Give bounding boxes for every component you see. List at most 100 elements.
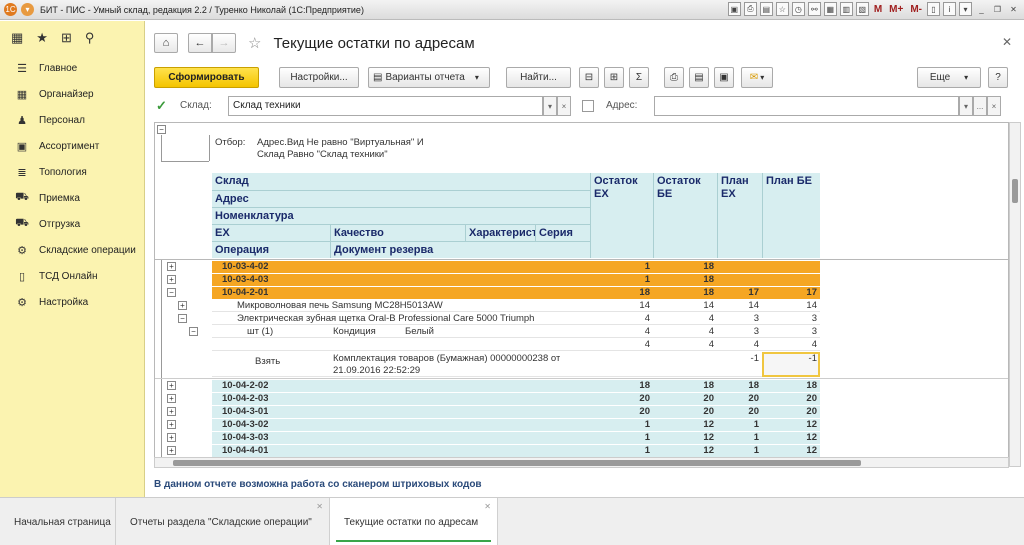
generate-button[interactable]: Сформировать xyxy=(154,67,259,88)
expand-row-icon[interactable]: + xyxy=(167,394,176,403)
sum-button[interactable]: Σ xyxy=(629,67,649,88)
link-icon[interactable]: ⚯ xyxy=(807,2,821,16)
sidebar-item-assortiment[interactable]: ▣ Ассортимент xyxy=(0,133,144,159)
address-select-button[interactable]: ... xyxy=(973,96,987,116)
preview-icon[interactable]: ▤ xyxy=(759,2,773,16)
sidebar-item-priemka[interactable]: ⛟ Приемка xyxy=(0,185,144,211)
sidebar-item-personal[interactable]: ♟ Персонал xyxy=(0,107,144,133)
sidebar-item-organizer[interactable]: ▦ Органайзер xyxy=(0,81,144,107)
dropdown-icon[interactable]: ▾ xyxy=(959,2,972,16)
address-field[interactable] xyxy=(654,96,959,116)
star-icon[interactable]: ☆ xyxy=(775,2,789,16)
preview-icon: ▤ xyxy=(694,72,704,83)
forward-button[interactable]: → xyxy=(212,33,236,53)
arrow-right-icon: → xyxy=(218,37,230,49)
expand-row-icon[interactable]: + xyxy=(167,446,176,455)
memory-button-m[interactable]: M xyxy=(872,4,884,15)
envelope-icon: ✉ xyxy=(749,72,759,83)
save-icon[interactable]: ▣ xyxy=(727,2,741,16)
warehouse-dropdown-button[interactable]: ▾ xyxy=(543,96,557,116)
info-icon[interactable]: i xyxy=(943,2,956,16)
sidebar-item-label: Главное xyxy=(39,62,78,74)
back-button[interactable]: ← xyxy=(188,33,212,53)
expand-groups-button[interactable]: ⊞ xyxy=(604,67,624,88)
address-checkbox[interactable] xyxy=(582,100,594,112)
expand-row-icon[interactable]: + xyxy=(167,433,176,442)
collapse-groups-button[interactable]: ⊟ xyxy=(579,67,599,88)
settings-button[interactable]: Настройки... xyxy=(279,67,359,88)
warehouse-checkbox[interactable]: ✓ xyxy=(156,99,168,112)
tab-warehouse-reports[interactable]: Отчеты раздела "Складские операции" ✕ xyxy=(116,498,330,545)
expand-row-icon[interactable]: + xyxy=(167,420,176,429)
expand-row-icon[interactable]: + xyxy=(167,381,176,390)
sidebar-item-glavnoe[interactable]: ☰ Главное xyxy=(0,55,144,81)
sidebar-item-skladskie-operacii[interactable]: ⚙ Складские операции xyxy=(0,237,144,263)
calculator-icon[interactable]: ▦ xyxy=(823,2,837,16)
close-window-icon[interactable]: ✕ xyxy=(1007,2,1020,16)
collapse-filter-icon[interactable]: − xyxy=(157,125,166,134)
save-button[interactable]: ▣ xyxy=(714,67,734,88)
collapse-row-icon[interactable]: − xyxy=(178,314,187,323)
plan-be-cell: 12 xyxy=(806,432,817,443)
ostatok-be-cell: 20 xyxy=(703,393,714,404)
favorites-star-icon[interactable]: ★ xyxy=(36,30,48,46)
sidebar-item-nastroyka[interactable]: ⚙ Настройка xyxy=(0,289,144,315)
address-clear-button[interactable]: × xyxy=(987,96,1001,116)
more-button[interactable]: Еще ▾ xyxy=(917,67,981,88)
home-button[interactable]: ⌂ xyxy=(154,33,178,53)
memory-button-m-minus[interactable]: M- xyxy=(908,4,924,15)
plan-be-cell: 17 xyxy=(806,287,817,298)
find-button[interactable]: Найти... xyxy=(506,67,571,88)
close-icon[interactable]: ✕ xyxy=(1002,35,1012,49)
close-tab-icon[interactable]: ✕ xyxy=(484,502,491,511)
expand-row-icon[interactable]: + xyxy=(178,301,187,310)
warehouse-field[interactable]: Склад техники xyxy=(228,96,543,116)
table-row[interactable] xyxy=(212,274,820,286)
header-eh: ЕХ xyxy=(212,224,330,241)
collapse-row-icon[interactable]: − xyxy=(189,327,198,336)
sidebar-item-tsd-online[interactable]: ▯ ТСД Онлайн xyxy=(0,263,144,289)
item-name-cell: Микроволновая печь Samsung MC28H5013AW xyxy=(237,300,443,311)
sidebar-item-topologiya[interactable]: ≣ Топология xyxy=(0,159,144,185)
expand-row-icon[interactable]: + xyxy=(167,407,176,416)
chevron-down-icon: ▾ xyxy=(964,73,969,82)
minimize-icon[interactable]: _ xyxy=(975,2,988,16)
expand-row-icon[interactable]: + xyxy=(167,262,176,271)
maximize-icon[interactable]: ❐ xyxy=(991,2,1004,16)
document-date-cell: 21.09.2016 22:52:29 xyxy=(333,365,421,376)
app-menu-icon[interactable]: ▾ xyxy=(21,3,34,16)
favorite-star-icon[interactable]: ☆ xyxy=(248,34,261,52)
vertical-scroll-thumb[interactable] xyxy=(1012,179,1018,203)
report-spreadsheet[interactable]: − Отбор: Адрес.Вид Не равно "Виртуальная… xyxy=(154,122,1009,467)
tab-current-balances[interactable]: Текущие остатки по адресам ✕ xyxy=(330,498,498,545)
calendar-icon[interactable]: ▥ xyxy=(839,2,853,16)
vertical-scrollbar[interactable] xyxy=(1009,122,1021,467)
clipboard-icon[interactable]: ▧ xyxy=(855,2,869,16)
plan-eh-cell: 3 xyxy=(753,313,759,324)
apps-grid-icon[interactable]: ▦ xyxy=(11,30,23,46)
collapse-row-icon[interactable]: − xyxy=(167,288,176,297)
expand-row-icon[interactable]: + xyxy=(167,275,176,284)
history-icon[interactable]: ◷ xyxy=(791,2,805,16)
search-icon[interactable]: ⚲ xyxy=(85,30,95,46)
scanner-icon: ▯ xyxy=(18,270,26,283)
memory-button-m-plus[interactable]: M+ xyxy=(887,4,905,15)
preview-button[interactable]: ▤ xyxy=(689,67,709,88)
close-tab-icon[interactable]: ✕ xyxy=(316,502,323,511)
layout-icon[interactable]: ▯ xyxy=(927,2,940,16)
table-row[interactable] xyxy=(212,261,820,273)
tab-start-page[interactable]: Начальная страница xyxy=(0,498,116,545)
print-button[interactable]: ⎙ xyxy=(664,67,684,88)
print-icon[interactable]: ⎙ xyxy=(743,2,757,16)
horizontal-scroll-thumb[interactable] xyxy=(173,460,861,466)
plan-be-cell: -1 xyxy=(808,353,817,364)
horizontal-scrollbar[interactable] xyxy=(154,457,1009,468)
send-button[interactable]: ✉ ▾ xyxy=(741,67,773,88)
sidebar-item-otgruzka[interactable]: ⛟ Отгрузка xyxy=(0,211,144,237)
warehouse-clear-button[interactable]: × xyxy=(557,96,571,116)
address-dropdown-button[interactable]: ▾ xyxy=(959,96,973,116)
history-clock-icon[interactable]: ⊞ xyxy=(61,30,72,46)
help-button[interactable]: ? xyxy=(988,67,1008,88)
kachestvo-cell: Кондиция xyxy=(333,326,376,337)
report-variants-button[interactable]: ▤ Варианты отчета ▾ xyxy=(368,67,490,88)
